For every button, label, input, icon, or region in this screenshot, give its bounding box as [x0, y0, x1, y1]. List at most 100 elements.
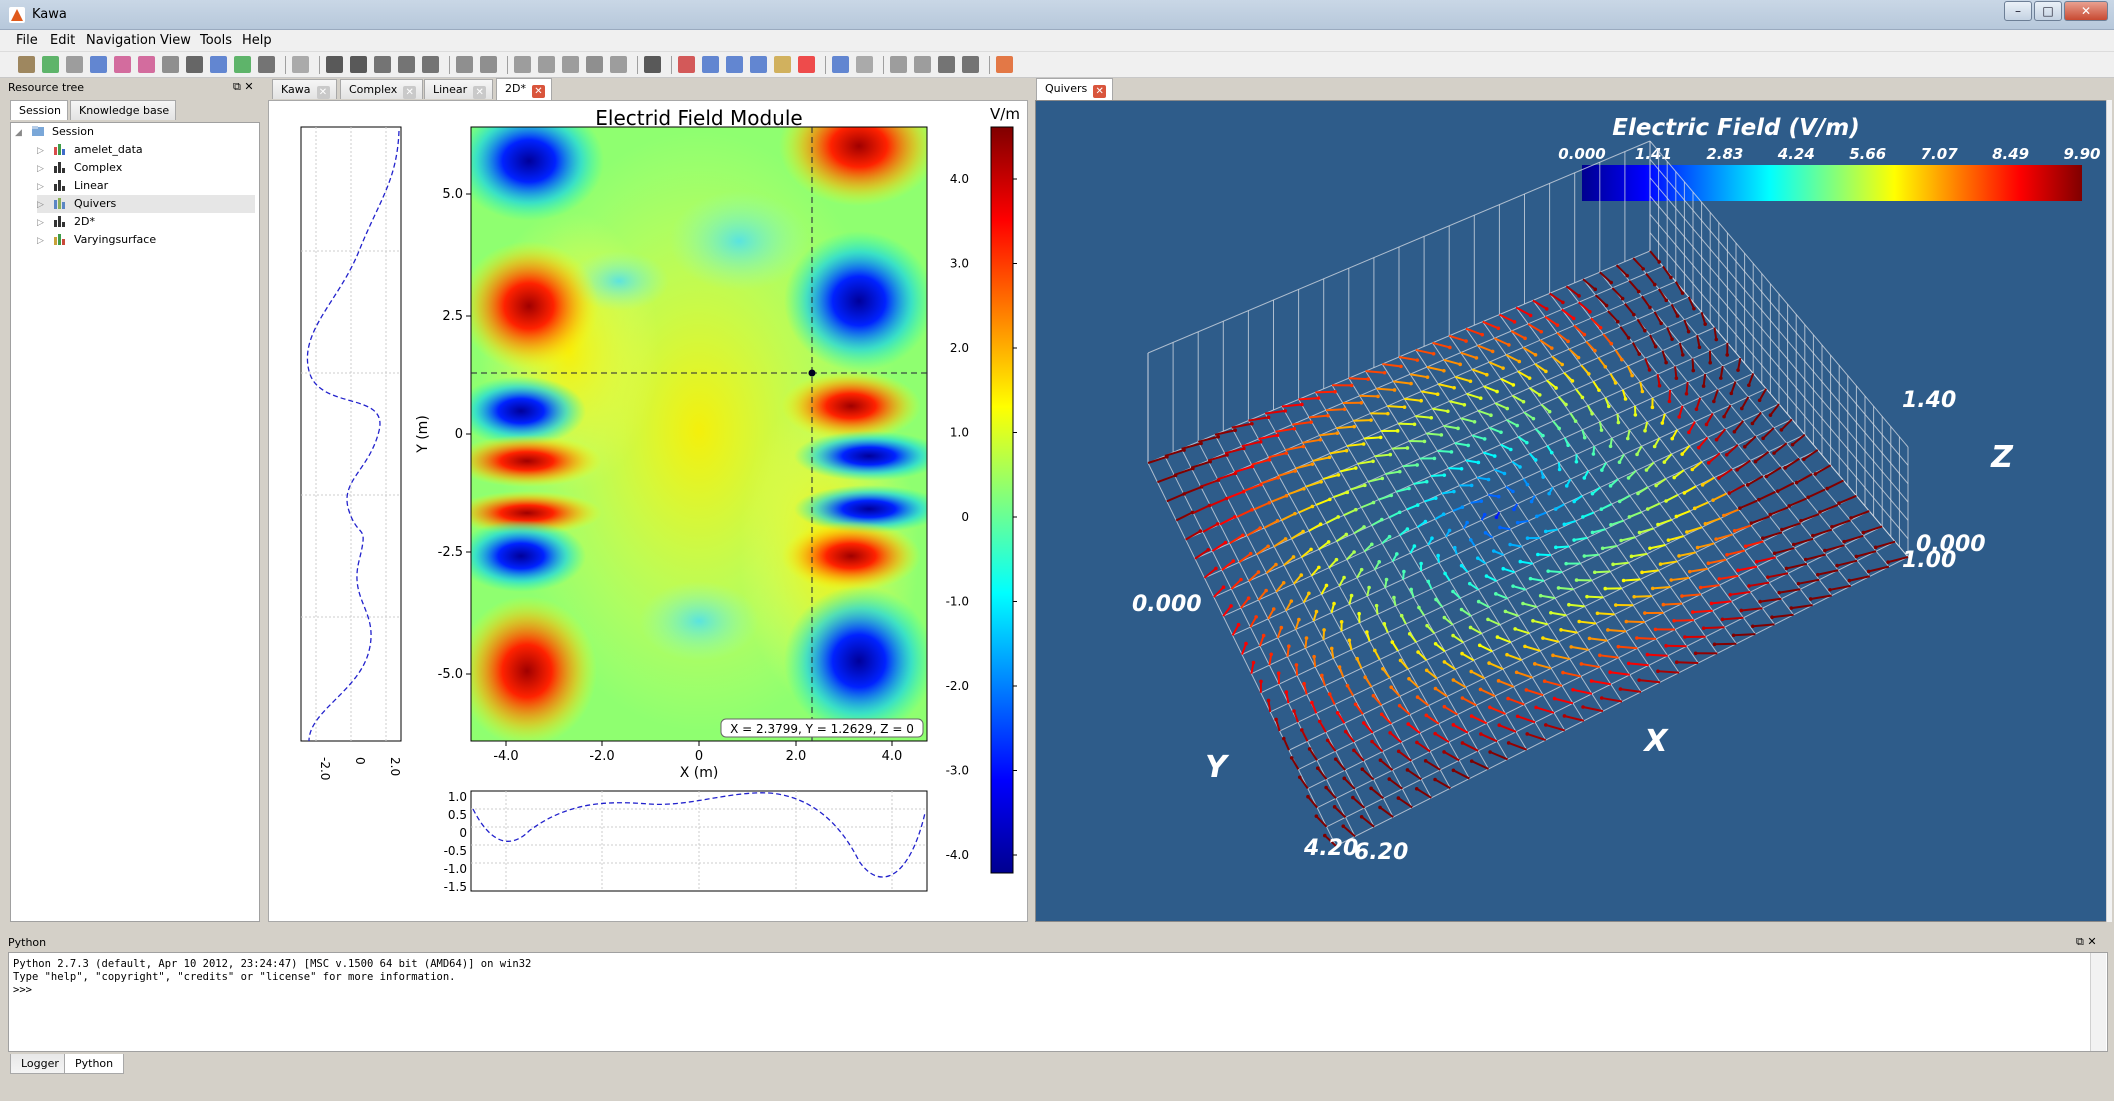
- quiver-arrow-head: [1402, 405, 1407, 409]
- menu-view[interactable]: View: [160, 33, 191, 48]
- tree-item-session[interactable]: ◢ Session: [15, 123, 255, 141]
- export-icon[interactable]: [138, 56, 155, 73]
- edit-icon[interactable]: [562, 56, 579, 73]
- menu-tools[interactable]: Tools: [200, 33, 232, 48]
- zoom-in-icon[interactable]: [702, 56, 719, 73]
- cut-icon[interactable]: [292, 56, 309, 73]
- zoom-fit-icon[interactable]: [750, 56, 767, 73]
- quiver-arrow: [1683, 485, 1697, 494]
- save-all-icon[interactable]: [374, 56, 391, 73]
- heatmap-figure[interactable]: -2.0 0 2.0 Electrid Field Module X = 2.3…: [269, 101, 1029, 923]
- close-tab-icon[interactable]: ✕: [1093, 85, 1107, 98]
- quiver-3d-panel[interactable]: Electric Field (V/m) 0.000 1.41 2.83 4.24 5.…: [1035, 100, 2107, 922]
- tab-logger[interactable]: Logger: [10, 1054, 70, 1074]
- down-icon[interactable]: [914, 56, 931, 73]
- add-icon[interactable]: [42, 56, 59, 73]
- expand-arrow-icon[interactable]: ▷: [37, 196, 49, 214]
- quiver-arrow: [1645, 272, 1656, 286]
- stop-icon[interactable]: [586, 56, 603, 73]
- lock-icon[interactable]: [258, 56, 275, 73]
- tab-complex[interactable]: Complex ✕: [340, 79, 424, 99]
- select-icon[interactable]: [538, 56, 555, 73]
- quiver-arrow-head: [1362, 525, 1366, 529]
- expand-arrow-icon[interactable]: ▷: [37, 178, 49, 196]
- import-icon[interactable]: [210, 56, 227, 73]
- tab-session[interactable]: Session: [10, 100, 68, 120]
- expand-arrow-icon[interactable]: ◢: [15, 124, 27, 142]
- pause-icon[interactable]: [610, 56, 627, 73]
- save-icon[interactable]: [326, 56, 343, 73]
- menu-edit[interactable]: Edit: [50, 33, 75, 48]
- close-tab-icon[interactable]: ✕: [531, 85, 545, 98]
- python-console[interactable]: Python 2.7.3 (default, Apr 10 2012, 23:2…: [8, 952, 2108, 1052]
- close-window-button[interactable]: ✕: [2064, 1, 2108, 21]
- new-icon[interactable]: [66, 56, 83, 73]
- quiver-arrow-head: [1532, 662, 1537, 666]
- tab-quivers[interactable]: Quivers ✕: [1036, 78, 1114, 100]
- console-prompt[interactable]: >>>: [13, 984, 2103, 997]
- resource-tree-dock-buttons[interactable]: ⧉ ✕: [233, 80, 254, 94]
- tree-item-quivers[interactable]: ▷ Quivers: [37, 195, 255, 213]
- pointer-icon[interactable]: [514, 56, 531, 73]
- tree-item-amelet-data[interactable]: ▷ amelet_data: [37, 141, 255, 159]
- expand-arrow-icon[interactable]: ▷: [37, 214, 49, 232]
- zoom-out-icon[interactable]: [726, 56, 743, 73]
- tree-item-complex[interactable]: ▷ Complex: [37, 159, 255, 177]
- cursor-point[interactable]: [808, 369, 816, 377]
- tab-knowledge-base[interactable]: Knowledge base: [70, 100, 177, 120]
- expand-arrow-icon[interactable]: ▷: [37, 160, 49, 178]
- tab-python[interactable]: Python: [64, 1054, 125, 1074]
- save-copy-icon[interactable]: [398, 56, 415, 73]
- quiver-arrow-head: [1564, 402, 1568, 407]
- menu-help[interactable]: Help: [242, 33, 272, 48]
- chart-icon[interactable]: [186, 56, 203, 73]
- save-layout-icon[interactable]: [422, 56, 439, 73]
- print-icon[interactable]: [774, 56, 791, 73]
- menu-navigation[interactable]: Navigation: [86, 33, 156, 48]
- open-icon[interactable]: [18, 56, 35, 73]
- help-icon[interactable]: [996, 56, 1013, 73]
- db-icon[interactable]: [162, 56, 179, 73]
- quiver-arrow: [1719, 365, 1724, 379]
- undo-icon[interactable]: [456, 56, 473, 73]
- menu-file[interactable]: File: [16, 33, 38, 48]
- quiver-3d-scene[interactable]: Electric Field (V/m) 0.000 1.41 2.83 4.24 5.…: [1036, 101, 2108, 923]
- save-as-icon[interactable]: [350, 56, 367, 73]
- refresh-icon[interactable]: [832, 56, 849, 73]
- tab-2d[interactable]: 2D* ✕: [496, 78, 552, 100]
- bar-chart-icon: [53, 162, 65, 173]
- expand-arrow-icon[interactable]: ▷: [37, 142, 49, 160]
- download-icon[interactable]: [234, 56, 251, 73]
- home-icon[interactable]: [644, 56, 661, 73]
- tab-linear[interactable]: Linear ✕: [424, 79, 494, 99]
- tab-kawa[interactable]: Kawa ✕: [272, 79, 337, 99]
- settings-icon[interactable]: [856, 56, 873, 73]
- plus-icon[interactable]: [890, 56, 907, 73]
- quiver-arrow-head: [1783, 466, 1787, 470]
- quiver-panel-scrollbar[interactable]: [2106, 100, 2112, 922]
- tree-item-2d[interactable]: ▷ 2D*: [37, 213, 255, 231]
- quiver-arrow-head: [1714, 537, 1718, 542]
- redo-icon[interactable]: [480, 56, 497, 73]
- tree-item-linear[interactable]: ▷ Linear: [37, 177, 255, 195]
- console-scrollbar[interactable]: [2090, 953, 2106, 1051]
- close-tab-icon[interactable]: ✕: [473, 86, 487, 99]
- close-tab-icon[interactable]: ✕: [403, 86, 417, 99]
- minus-icon[interactable]: [938, 56, 955, 73]
- minimize-button[interactable]: –: [2004, 1, 2032, 21]
- quiver-arrow-head: [1518, 559, 1523, 564]
- close-tab-icon[interactable]: ✕: [316, 86, 330, 99]
- heatmap-image[interactable]: [452, 101, 944, 746]
- kawa-app-icon: [9, 7, 25, 23]
- quiver-arrow-head: [1525, 482, 1530, 487]
- tree-item-varyingsurface[interactable]: ▷ Varyingsurface: [37, 231, 255, 249]
- zoom-reset-icon[interactable]: [678, 56, 695, 73]
- python-dock-buttons[interactable]: ⧉ ✕: [2076, 935, 2097, 949]
- pdf-icon[interactable]: [114, 56, 131, 73]
- expand-arrow-icon[interactable]: ▷: [37, 232, 49, 250]
- quiver-arrow-head: [1241, 533, 1245, 538]
- maximize-button[interactable]: □: [2034, 1, 2062, 21]
- delete-icon[interactable]: [798, 56, 815, 73]
- image-icon[interactable]: [90, 56, 107, 73]
- up-icon[interactable]: [962, 56, 979, 73]
